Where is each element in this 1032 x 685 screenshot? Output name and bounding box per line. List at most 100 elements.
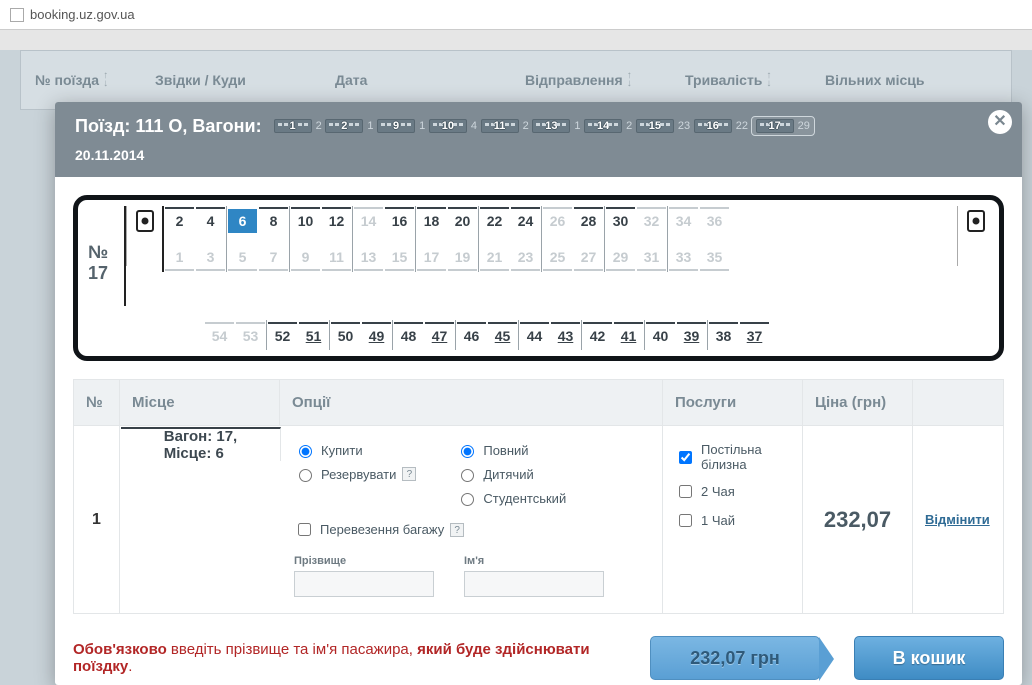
- seat-4[interactable]: 4: [196, 207, 225, 233]
- seat-18[interactable]: 18: [417, 207, 446, 233]
- passenger-options-cell: Купити Резервувати? Повний Дитячий Студе…: [282, 426, 663, 613]
- col-free-seats[interactable]: Вільних місць: [825, 72, 924, 88]
- col-from-to[interactable]: Звідки / Куди: [155, 72, 246, 88]
- modal-title: Поїзд: 111 О, Вагони:: [75, 116, 262, 137]
- seat-42[interactable]: 42: [583, 322, 612, 348]
- seat-25: 25: [543, 245, 572, 271]
- passenger-table-header: № Місце Опції Послуги Ціна (грн): [74, 380, 1003, 425]
- checkbox-bedding[interactable]: [679, 451, 692, 464]
- coach-number-label: № 17: [84, 206, 126, 306]
- seat-35: 35: [700, 245, 729, 271]
- seat-45[interactable]: 45: [488, 322, 517, 348]
- seat-30[interactable]: 30: [606, 207, 635, 233]
- pth-index: №: [74, 380, 120, 425]
- wagon-selector-17[interactable]: 1729: [752, 117, 814, 135]
- seat-44[interactable]: 44: [520, 322, 549, 348]
- wagon-selector-1[interactable]: 12: [274, 119, 322, 133]
- close-icon[interactable]: ✕: [988, 110, 1012, 134]
- seat-49[interactable]: 49: [362, 322, 391, 348]
- help-icon[interactable]: ?: [402, 467, 416, 481]
- cancel-passenger-link[interactable]: Відмінити: [925, 512, 990, 527]
- passenger-price-cell: 232,07: [803, 426, 913, 613]
- seat-5: 5: [228, 245, 257, 271]
- coach-seat-map: № 17 24136857101291114161315182017192224…: [73, 195, 1004, 361]
- wagon-selector-11[interactable]: 112: [481, 119, 529, 133]
- wagon-selector-14[interactable]: 142: [584, 119, 632, 133]
- seat-7: 7: [259, 245, 288, 271]
- seat-20[interactable]: 20: [448, 207, 477, 233]
- seat-19: 19: [448, 245, 477, 271]
- seat-28[interactable]: 28: [574, 207, 603, 233]
- lastname-input[interactable]: [294, 571, 434, 597]
- toilet-icon: [967, 210, 985, 232]
- seat-53: 53: [236, 322, 265, 348]
- checkbox-baggage[interactable]: [298, 523, 311, 536]
- radio-student[interactable]: [461, 493, 474, 506]
- col-train-number[interactable]: № поїзда: [35, 72, 99, 88]
- wagon-selector-13[interactable]: 131: [532, 119, 580, 133]
- radio-child[interactable]: [461, 469, 474, 482]
- wagon-selector-10[interactable]: 104: [429, 119, 477, 133]
- radio-buy[interactable]: [299, 445, 312, 458]
- col-departure[interactable]: Відправлення: [525, 72, 623, 88]
- total-price-badge: 232,07 грн: [650, 636, 820, 680]
- seat-43[interactable]: 43: [551, 322, 580, 348]
- wagon-selector-16[interactable]: 1622: [694, 119, 748, 133]
- firstname-input[interactable]: [464, 571, 604, 597]
- seat-51[interactable]: 51: [299, 322, 328, 348]
- passenger-row: 1 Вагон: 17, Місце: 6 Купити Резервувати…: [74, 425, 1003, 613]
- seat-34: 34: [669, 207, 698, 233]
- seat-22[interactable]: 22: [480, 207, 509, 233]
- seat-41[interactable]: 41: [614, 322, 643, 348]
- seat-26: 26: [543, 207, 572, 233]
- radio-full[interactable]: [461, 445, 474, 458]
- seat-10[interactable]: 10: [291, 207, 320, 233]
- passenger-seat-cell: Вагон: 17, Місце: 6: [121, 427, 281, 461]
- seat-6[interactable]: 6: [228, 207, 257, 233]
- seat-48[interactable]: 48: [394, 322, 423, 348]
- seat-29: 29: [606, 245, 635, 271]
- seat-24[interactable]: 24: [511, 207, 540, 233]
- seat-21: 21: [480, 245, 509, 271]
- seat-17: 17: [417, 245, 446, 271]
- seat-33: 33: [669, 245, 698, 271]
- add-to-cart-button[interactable]: В кошик: [854, 636, 1004, 680]
- passenger-services-cell: Постільна білизна 2 Чая 1 Чай: [663, 426, 803, 613]
- checkbox-tea-1[interactable]: [679, 514, 692, 527]
- seat-50[interactable]: 50: [331, 322, 360, 348]
- seat-52[interactable]: 52: [268, 322, 297, 348]
- help-icon[interactable]: ?: [450, 523, 464, 537]
- col-duration[interactable]: Тривалість: [685, 72, 762, 88]
- seat-2[interactable]: 2: [165, 207, 194, 233]
- seat-47[interactable]: 47: [425, 322, 454, 348]
- seat-39[interactable]: 39: [677, 322, 706, 348]
- label-firstname: Ім'я: [464, 555, 604, 567]
- seat-8[interactable]: 8: [259, 207, 288, 233]
- checkbox-tea-2[interactable]: [679, 485, 692, 498]
- seat-31: 31: [637, 245, 666, 271]
- label-lastname: Прізвище: [294, 555, 434, 567]
- col-date[interactable]: Дата: [335, 72, 367, 88]
- seat-23: 23: [511, 245, 540, 271]
- favicon-placeholder: [10, 8, 24, 22]
- browser-address-bar: booking.uz.gov.ua: [0, 0, 1032, 30]
- seat-40[interactable]: 40: [646, 322, 675, 348]
- seat-37[interactable]: 37: [740, 322, 769, 348]
- seat-54: 54: [205, 322, 234, 348]
- seat-11: 11: [322, 245, 351, 271]
- pth-options: Опції: [280, 380, 663, 425]
- page-background: № поїзда↑↓ Звідки / Куди Дата Відправлен…: [0, 50, 1032, 685]
- radio-reserve[interactable]: [299, 469, 312, 482]
- seat-27: 27: [574, 245, 603, 271]
- seat-16[interactable]: 16: [385, 207, 414, 233]
- results-table-header: № поїзда↑↓ Звідки / Куди Дата Відправлен…: [20, 50, 1012, 110]
- seat-12[interactable]: 12: [322, 207, 351, 233]
- wagon-selector-15[interactable]: 1523: [636, 119, 690, 133]
- seat-38[interactable]: 38: [709, 322, 738, 348]
- modal-footer: Обов'язково введіть прізвище та ім'я пас…: [73, 636, 1004, 680]
- seat-36: 36: [700, 207, 729, 233]
- wagon-selector-2[interactable]: 21: [325, 119, 373, 133]
- seat-46[interactable]: 46: [457, 322, 486, 348]
- wagon-selector-9[interactable]: 91: [377, 119, 425, 133]
- pth-seat: Місце: [120, 380, 280, 425]
